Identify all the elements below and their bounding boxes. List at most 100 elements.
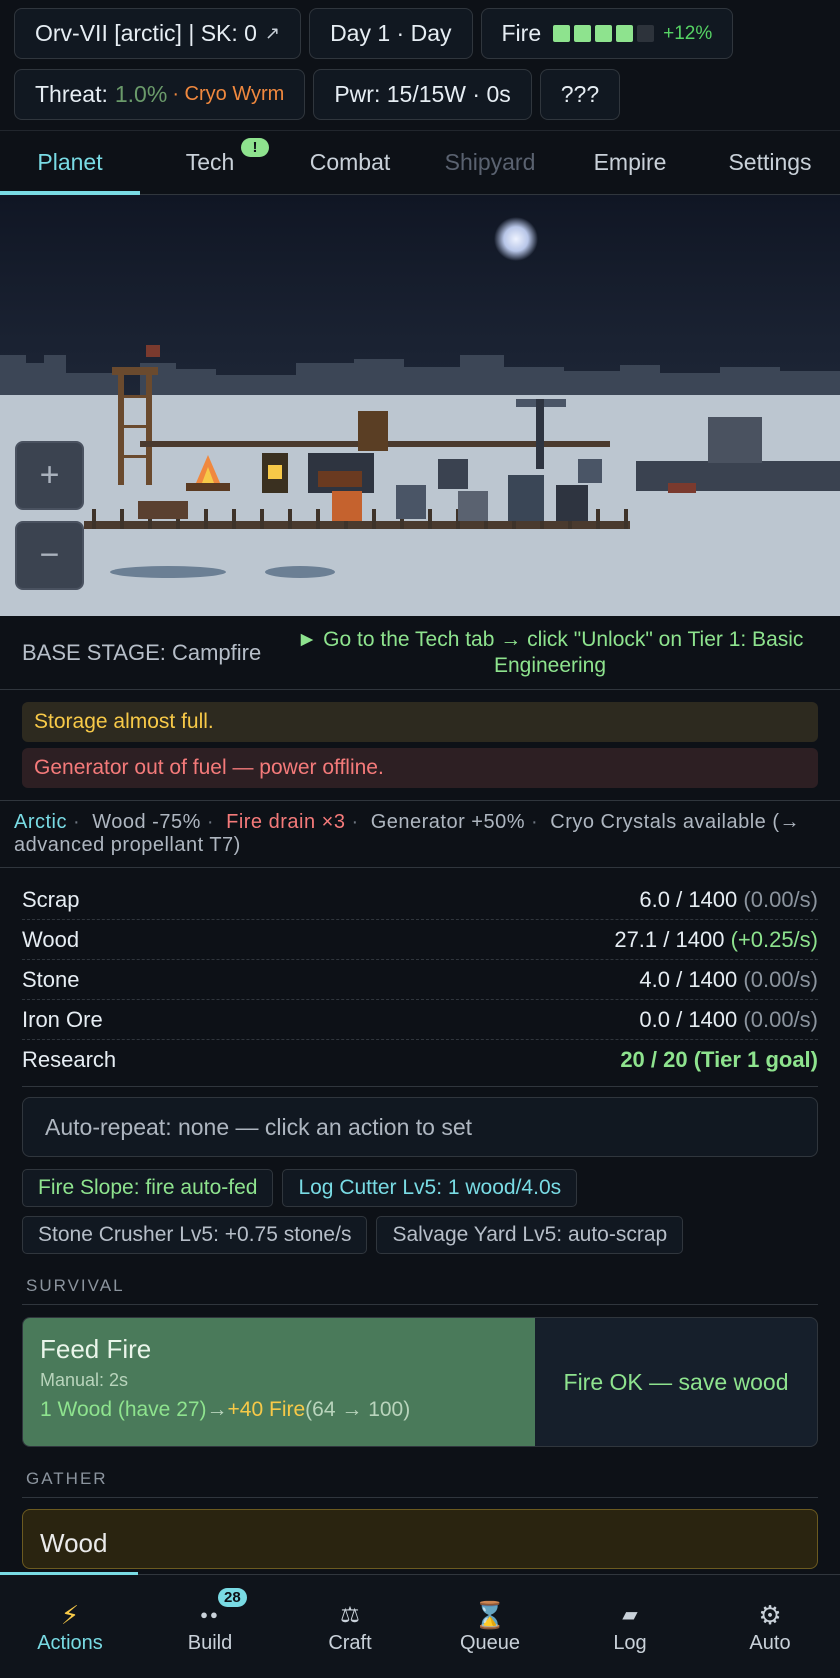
- resource-rate: (0.00/s): [743, 966, 818, 992]
- fire-bonus: +12%: [663, 22, 713, 44]
- generator-modifier: Generator +50%: [370, 811, 526, 833]
- tab-empire[interactable]: Empire: [560, 131, 700, 194]
- gain-text: +40 Fire: [227, 1398, 306, 1421]
- zoom-in-button[interactable]: +: [15, 441, 84, 510]
- section-title-gather: GATHER: [26, 1469, 108, 1488]
- tab-label: Empire: [593, 149, 667, 175]
- fire-label: Fire: [501, 20, 542, 46]
- research-goal: 20 / 20 (Tier 1 goal): [620, 1047, 818, 1072]
- tab-planet[interactable]: Planet: [0, 131, 140, 195]
- feed-fire-info: Feed Fire Manual: 2s 1 Wood (have 27)→+4…: [23, 1318, 535, 1446]
- biome-modifier: Arctic: [14, 811, 67, 833]
- planet-chip[interactable]: Orv-VII [arctic] | SK: 0 ↗: [14, 8, 302, 59]
- generator-error: Generator out of fuel — power offline.: [22, 748, 818, 788]
- day-chip: Day 1 · Day: [309, 8, 473, 59]
- nav-label: Actions: [37, 1632, 103, 1654]
- fire-meter: [553, 25, 655, 42]
- arrow-icon: →: [206, 1398, 228, 1421]
- resource-name: Research: [22, 1047, 117, 1072]
- tab-label: Combat: [309, 149, 391, 175]
- tab-shipyard[interactable]: Shipyard: [420, 131, 560, 194]
- resource-amount: 0.0 / 1400: [639, 1006, 738, 1032]
- main-tabs: Planet Tech! Combat Shipyard Empire Sett…: [0, 130, 840, 195]
- resource-row: Iron Ore 0.0 / 1400 (0.00/s): [22, 1000, 818, 1040]
- resource-name: Iron Ore: [22, 1006, 103, 1032]
- fire-pip: [616, 25, 634, 42]
- nav-auto[interactable]: ⚙ Auto: [700, 1575, 840, 1678]
- wood-action[interactable]: Wood: [22, 1509, 818, 1569]
- base-stage-label: BASE STAGE: Campfire: [22, 639, 262, 665]
- automation-pills: Fire Slope: fire auto-fed Log Cutter Lv5…: [0, 1157, 840, 1254]
- divider: [22, 1497, 818, 1498]
- resource-name: Scrap: [22, 886, 80, 912]
- mystery-label: ???: [560, 81, 600, 107]
- resource-row: Stone 4.0 / 1400 (0.00/s): [22, 960, 818, 1000]
- range-text: (64 → 100): [305, 1398, 411, 1421]
- gear-icon: ⚙: [758, 1600, 782, 1630]
- separator: ·: [206, 811, 215, 833]
- nav-label: Auto: [749, 1632, 791, 1654]
- day-label: Day 1 · Day: [330, 20, 452, 46]
- next-step-hint: ► Go to the Tech tab → click "Unlock" on…: [296, 627, 804, 677]
- resource-rate: (0.00/s): [743, 886, 818, 912]
- tab-tech[interactable]: Tech!: [140, 131, 280, 194]
- mystery-chip[interactable]: ???: [539, 69, 621, 120]
- cost-text: 1 Wood (have 27): [40, 1398, 207, 1421]
- resource-name: Stone: [22, 966, 80, 992]
- bottom-nav: ⚡ Actions 28 ●● Build ⚖ Craft ⌛ Queue ▰ Log ⚙ A…: [0, 1572, 840, 1678]
- threat-chip: Threat: 1.0% · Cryo Wyrm: [14, 69, 306, 120]
- nav-label: Craft: [328, 1632, 372, 1654]
- nav-log[interactable]: ▰ Log: [560, 1575, 700, 1678]
- nav-label: Queue: [459, 1632, 521, 1654]
- auto-repeat-field[interactable]: Auto-repeat: none — click an action to s…: [22, 1097, 818, 1157]
- action-status: Fire OK — save wood: [563, 1368, 789, 1395]
- nav-label: Log: [613, 1632, 647, 1654]
- nav-label: Build: [187, 1632, 233, 1654]
- scales-icon: ⚖: [340, 1602, 360, 1627]
- nav-craft[interactable]: ⚖ Craft: [280, 1575, 420, 1678]
- planet-scene-art: [0, 217, 840, 616]
- storage-warning: Storage almost full.: [22, 702, 818, 742]
- fire-pip: [637, 25, 655, 42]
- planet-modifiers: Arctic · Wood -75% · Fire drain ×3 · Genera…: [0, 801, 840, 868]
- tab-label: Planet: [37, 149, 103, 175]
- log-icon: ▰: [622, 1604, 638, 1626]
- resource-name: Wood: [22, 926, 80, 952]
- base-stage-bar: BASE STAGE: Campfire ► Go to the Tech ta…: [0, 616, 840, 690]
- resource-amount: 6.0 / 1400: [639, 886, 738, 912]
- fire-pip: [553, 25, 571, 42]
- zoom-out-button[interactable]: −: [15, 521, 84, 590]
- planet-scene[interactable]: + −: [0, 195, 840, 616]
- resource-row: Research 20 / 20 (Tier 1 goal): [22, 1040, 818, 1080]
- plus-icon: +: [39, 456, 60, 494]
- tab-combat[interactable]: Combat: [280, 131, 420, 194]
- threat-enemy: · Cryo Wyrm: [172, 83, 285, 105]
- automation-pill: Log Cutter Lv5: 1 wood/4.0s: [282, 1169, 578, 1207]
- separator: ·: [73, 811, 81, 833]
- nav-build[interactable]: 28 ●● Build: [140, 1575, 280, 1678]
- action-manual-time: Manual: 2s: [40, 1370, 129, 1390]
- build-count-badge: 28: [218, 1588, 247, 1607]
- tab-label: Settings: [728, 149, 812, 175]
- status-bar: Orv-VII [arctic] | SK: 0 ↗ Day 1 · Day F…: [0, 0, 840, 120]
- lightning-icon: ⚡: [60, 1600, 80, 1630]
- separator: ·: [351, 811, 359, 833]
- tab-label: Tech: [185, 149, 235, 175]
- fire-modifier: Fire drain ×3: [226, 811, 346, 833]
- alerts: Storage almost full. Generator out of fu…: [0, 690, 840, 801]
- tab-settings[interactable]: Settings: [700, 131, 840, 194]
- nav-queue[interactable]: ⌛ Queue: [420, 1575, 560, 1678]
- resource-row: Wood 27.1 / 1400 (+0.25/s): [22, 920, 818, 960]
- action-cost: 1 Wood (have 27)→+40 Fire(64 → 100): [40, 1398, 518, 1422]
- nav-actions[interactable]: ⚡ Actions: [0, 1575, 140, 1678]
- separator: ·: [531, 811, 539, 833]
- resource-row: Scrap 6.0 / 1400 (0.00/s): [22, 880, 818, 920]
- automation-pill: Fire Slope: fire auto-fed: [22, 1169, 274, 1207]
- automation-pill: Stone Crusher Lv5: +0.75 stone/s: [22, 1216, 368, 1254]
- moon: [494, 217, 538, 261]
- feed-fire-action[interactable]: Feed Fire Manual: 2s 1 Wood (have 27)→+4…: [22, 1317, 818, 1447]
- planet-chip-label: Orv-VII [arctic] | SK: 0: [35, 20, 257, 46]
- power-label: Pwr: 15/15W · 0s: [334, 81, 511, 107]
- resource-amount: 27.1 / 1400: [614, 926, 725, 952]
- threat-label: Threat:: [35, 81, 108, 107]
